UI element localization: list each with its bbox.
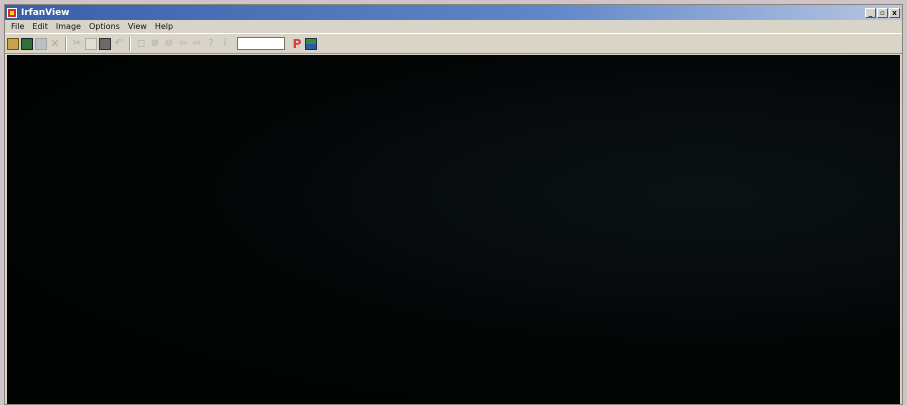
cut-icon[interactable]: ✂ <box>71 38 83 50</box>
zoom-out-icon[interactable]: ⊖ <box>163 38 175 50</box>
open-icon[interactable] <box>7 37 19 50</box>
scanner-icon[interactable] <box>305 37 317 50</box>
maximize-button[interactable]: ▫ <box>877 7 888 18</box>
close-button[interactable]: x <box>889 7 900 18</box>
image-viewport[interactable] <box>7 55 900 404</box>
zoom-in-icon[interactable]: ⊕ <box>149 38 161 50</box>
next-icon[interactable]: ⇨ <box>191 38 203 50</box>
toolbar-separator <box>129 36 131 51</box>
info-icon[interactable]: i <box>219 38 231 50</box>
toolbar-separator <box>65 36 67 51</box>
fit-icon[interactable]: ◻ <box>135 38 147 50</box>
page-input[interactable] <box>237 37 285 50</box>
save-icon[interactable] <box>35 37 47 50</box>
window-title: IrfanView <box>21 7 70 18</box>
previous-icon[interactable]: ⇦ <box>177 38 189 50</box>
thumbnails-icon[interactable] <box>21 37 33 50</box>
paste-icon[interactable] <box>99 37 111 50</box>
menu-edit[interactable]: Edit <box>30 22 54 31</box>
undo-icon[interactable]: ↶ <box>113 38 125 50</box>
irfanview-app-icon[interactable] <box>7 7 17 18</box>
paint-icon[interactable]: P <box>291 38 303 50</box>
minimize-button[interactable]: _ <box>865 7 876 18</box>
menu-file[interactable]: File <box>9 22 30 31</box>
delete-icon[interactable]: ✕ <box>49 38 61 50</box>
window-controls: _ ▫ x <box>865 7 900 18</box>
help-icon[interactable]: ? <box>205 38 217 50</box>
menu-bar: File Edit Image Options View Help <box>5 20 902 33</box>
irfanview-window: IrfanView _ ▫ x File Edit Image Options … <box>4 4 903 405</box>
menu-view[interactable]: View <box>126 22 153 31</box>
menu-image[interactable]: Image <box>54 22 87 31</box>
menu-help[interactable]: Help <box>153 22 179 31</box>
copy-icon[interactable] <box>85 37 97 50</box>
toolbar: ✕ ✂ ↶ ◻ ⊕ ⊖ ⇦ ⇨ ? i P <box>5 33 902 54</box>
title-bar[interactable]: IrfanView _ ▫ x <box>5 5 902 20</box>
menu-options[interactable]: Options <box>87 22 126 31</box>
